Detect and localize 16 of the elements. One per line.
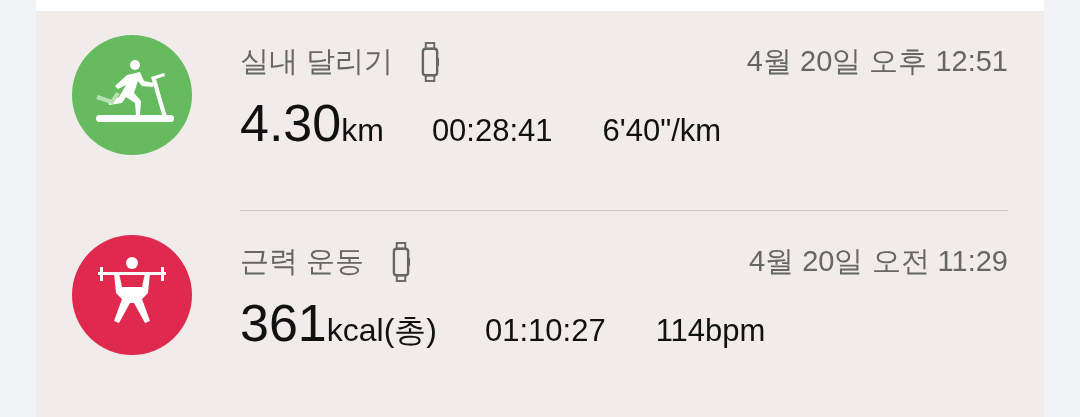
stat-value: 114bpm [655, 312, 766, 350]
workout-title: 근력 운동 [240, 244, 365, 280]
watch-icon [421, 41, 441, 83]
workout-value: 4.30 [240, 97, 342, 149]
weightlifter-icon [72, 235, 192, 355]
stat-value: 00:28:41 [431, 112, 553, 150]
workout-datetime: 4월 20일 오후 12:51 [746, 44, 1008, 80]
workout-title: 실내 달리기 [240, 44, 394, 80]
watch-icon [392, 241, 412, 283]
unit-label: km [341, 111, 384, 150]
stat-value: 01:10:27 [485, 312, 606, 350]
treadmill-runner-icon [72, 35, 192, 155]
unit-label: kcal(총) [326, 311, 437, 350]
workout-datetime: 4월 20일 오전 11:29 [749, 244, 1008, 280]
workout-value: 361 [240, 297, 327, 349]
stat-value: 6'40"/km [602, 112, 722, 150]
